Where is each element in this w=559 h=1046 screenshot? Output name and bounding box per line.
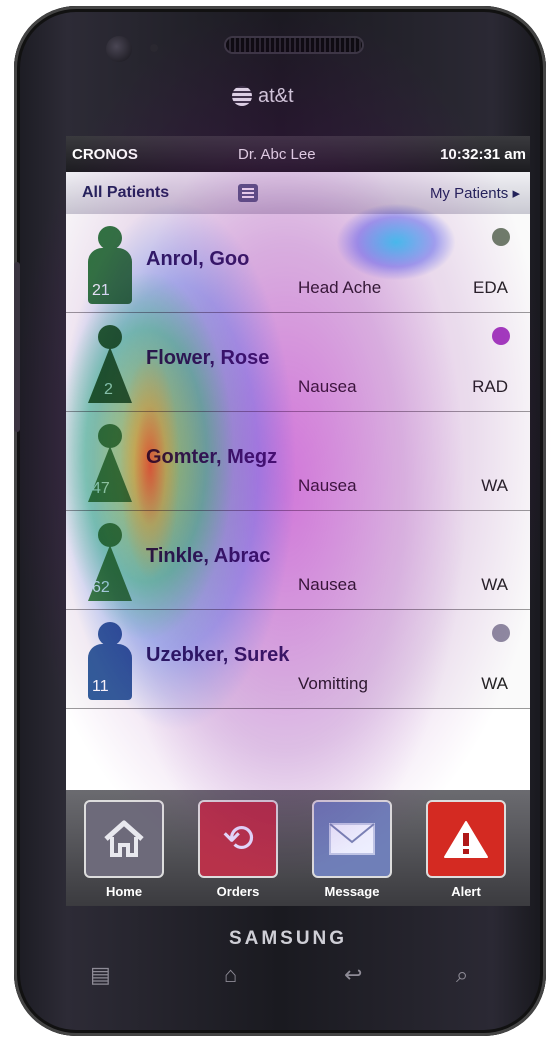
patient-age: 47 [92,480,110,497]
home-tab[interactable]: Home [84,800,164,900]
menu-key-icon[interactable]: ▤ [90,962,111,988]
message-tab[interactable]: Message [312,800,392,900]
status-bar: CRONOS Dr. Abc Lee 10:32:31 am [66,136,530,172]
female-patient-icon: 47 [88,424,132,502]
envelope-icon [329,823,375,855]
patient-name: Gomter, Megz [146,446,278,468]
patient-name: Anrol, Goo [146,248,250,270]
patient-department: WA [481,674,508,693]
alert-tab[interactable]: Alert [426,800,506,900]
male-patient-icon: 21 [88,226,132,304]
patient-age: 62 [92,579,110,596]
patient-complaint: Nausea [298,575,357,594]
patient-row[interactable]: 47 Gomter, Megz Nausea WA [66,412,530,511]
list-view-icon[interactable] [238,184,258,202]
patient-age: 2 [104,381,113,398]
patient-list: 21 Anrol, Goo Head Ache EDA 2 Flower, Ro… [66,214,530,709]
patient-department: WA [481,575,508,594]
patient-name: Tinkle, Abrac [146,545,271,567]
carrier-label: at&t [258,84,294,107]
bottom-toolbar: Home ⟲ Orders Message Alert [66,790,530,906]
home-icon [104,820,144,857]
alert-label: Alert [451,884,481,899]
patient-filter-bar: All Patients My Patients ▸ [66,172,530,215]
proximity-sensor [150,44,158,52]
status-dot-icon [492,327,510,345]
patient-name: Uzebker, Surek [146,644,290,666]
refresh-icon: ⟲ [222,818,254,860]
patient-age: 11 [92,678,109,695]
warning-icon [444,821,488,858]
patient-department: EDA [473,278,508,297]
patient-name: Flower, Rose [146,347,270,369]
orders-label: Orders [216,884,260,899]
all-patients-tab[interactable]: All Patients [82,184,169,202]
female-patient-icon: 2 [88,325,132,403]
patient-department: RAD [472,377,508,396]
search-key-icon[interactable]: ⌕ [456,962,468,988]
clock: 10:32:31 am [440,145,526,163]
patient-complaint: Vomitting [298,674,368,693]
volume-button [14,262,20,432]
patient-row[interactable]: 11 Uzebker, Surek Vomitting WA [66,610,530,709]
home-key-icon[interactable]: ⌂ [224,962,237,988]
front-camera-icon [106,36,132,62]
orders-tab[interactable]: ⟲ Orders [198,800,278,900]
device-brand: SAMSUNG [228,928,348,949]
male-patient-icon: 11 [88,622,132,700]
patient-department: WA [481,476,508,495]
patient-age: 21 [92,282,110,299]
female-patient-icon: 62 [88,523,132,601]
home-label: Home [105,884,143,899]
earpiece-speaker [226,38,362,52]
app-name: CRONOS [72,145,138,163]
home-button[interactable] [84,800,164,878]
patient-row[interactable]: 21 Anrol, Goo Head Ache EDA [66,214,530,313]
my-patients-link[interactable]: My Patients ▸ [430,184,520,202]
back-key-icon[interactable]: ↩ [344,962,362,988]
patient-complaint: Head Ache [298,278,382,297]
doctor-name: Dr. Abc Lee [238,145,316,163]
message-label: Message [324,884,380,899]
message-button[interactable] [312,800,392,878]
patient-complaint: Nausea [298,476,357,495]
att-globe-icon [232,86,252,106]
patient-complaint: Nausea [298,377,357,396]
patient-row[interactable]: 62 Tinkle, Abrac Nausea WA [66,511,530,610]
status-dot-icon [492,624,510,642]
orders-button[interactable]: ⟲ [198,800,278,878]
alert-button[interactable] [426,800,506,878]
app-screen: CRONOS Dr. Abc Lee 10:32:31 am All Patie… [66,136,530,906]
patient-row[interactable]: 2 Flower, Rose Nausea RAD [66,313,530,412]
carrier-logo: at&t [232,80,342,112]
status-dot-icon [492,228,510,246]
